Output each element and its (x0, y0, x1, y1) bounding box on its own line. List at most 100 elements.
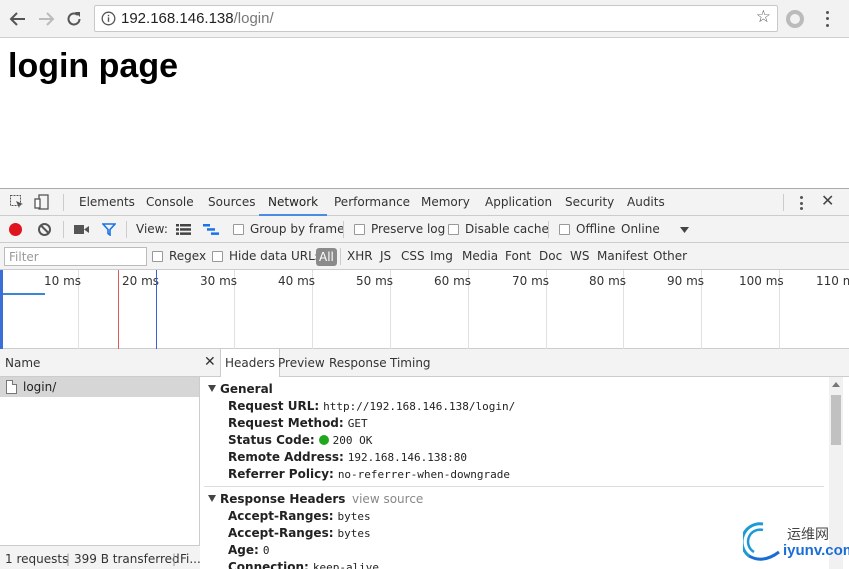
tab-preview[interactable]: Preview (278, 349, 325, 377)
general-section-toggle[interactable]: General (208, 382, 273, 396)
browser-menu-icon[interactable] (820, 9, 834, 29)
close-details-icon[interactable]: ✕ (204, 354, 216, 370)
view-source-link[interactable]: view source (352, 492, 423, 506)
header-value: bytes (337, 510, 371, 523)
tab-sources[interactable]: Sources (207, 189, 256, 216)
filter-type-img[interactable]: Img (430, 243, 453, 270)
dropdown-arrow-icon[interactable] (680, 227, 689, 233)
filter-type-media[interactable]: Media (462, 243, 498, 270)
preserve-log-label[interactable]: Preserve log (371, 216, 445, 243)
accept-ranges-row: Accept-Ranges: bytes (228, 526, 371, 540)
hide-data-urls-label[interactable]: Hide data URLs (229, 243, 321, 270)
forward-button[interactable] (35, 8, 57, 30)
expand-triangle-icon (208, 385, 216, 392)
filter-input[interactable] (4, 247, 147, 266)
hide-data-urls-checkbox[interactable] (212, 251, 223, 262)
disable-cache-label[interactable]: Disable cache (465, 216, 549, 243)
header-key: Referrer Policy: (228, 467, 334, 481)
record-icon[interactable] (9, 223, 22, 236)
filter-type-doc[interactable]: Doc (539, 243, 562, 270)
tab-application[interactable]: Application (484, 189, 553, 216)
filter-type-css[interactable]: CSS (401, 243, 425, 270)
request-name: login/ (23, 380, 57, 394)
timeline-tick-label: 70 ms (512, 274, 550, 288)
network-toolbar: View: Group by frame Preserve log Disabl… (0, 216, 849, 243)
timeline-tick-label: 90 ms (667, 274, 705, 288)
filter-type-js[interactable]: JS (380, 243, 391, 270)
tab-security[interactable]: Security (564, 189, 615, 216)
regex-checkbox[interactable] (152, 251, 163, 262)
request-row[interactable]: login/ (0, 377, 199, 397)
request-count: 1 requests (5, 552, 69, 566)
url-host: 192.168.146.138 (121, 10, 234, 27)
timeline-tick-label: 40 ms (278, 274, 316, 288)
info-icon[interactable] (101, 11, 116, 26)
clear-icon[interactable] (38, 223, 51, 236)
offline-checkbox[interactable] (559, 224, 570, 235)
header-key: Request URL: (228, 399, 320, 413)
timeline-tick-label: 50 ms (356, 274, 394, 288)
tab-response[interactable]: Response (329, 349, 387, 377)
throttle-select[interactable]: Online (621, 216, 660, 243)
offline-label[interactable]: Offline (576, 216, 615, 243)
filter-type-all[interactable]: All (316, 248, 337, 266)
url-text[interactable]: 192.168.146.138/login/ (121, 10, 274, 27)
overview-icon[interactable] (203, 224, 219, 235)
filter-type-font[interactable]: Font (505, 243, 531, 270)
tab-console[interactable]: Console (145, 189, 195, 216)
filter-type-other[interactable]: Other (653, 243, 687, 270)
header-key: Remote Address: (228, 450, 344, 464)
large-rows-icon[interactable] (176, 224, 191, 235)
timeline-tick-label: 80 ms (589, 274, 627, 288)
column-name-header[interactable]: Name (5, 356, 40, 370)
toolbar-divider (63, 194, 64, 211)
age-row: Age: 0 (228, 543, 269, 557)
tab-memory[interactable]: Memory (420, 189, 471, 216)
address-bar[interactable]: 192.168.146.138/login/ ☆ (94, 5, 778, 32)
preserve-log-checkbox[interactable] (354, 224, 365, 235)
header-value: 192.168.146.138:80 (347, 451, 468, 464)
tab-headers[interactable]: Headers (220, 349, 280, 377)
timeline-tick-label: 110 ms (816, 274, 849, 288)
accept-ranges-row: Accept-Ranges: bytes (228, 509, 371, 523)
regex-label[interactable]: Regex (169, 243, 206, 270)
capture-screenshots-icon[interactable] (74, 224, 90, 235)
scrollbar-thumb[interactable] (831, 395, 841, 445)
header-key: Age: (228, 543, 259, 557)
filter-type-ws[interactable]: WS (570, 243, 589, 270)
tab-audits[interactable]: Audits (626, 189, 666, 216)
filter-type-xhr[interactable]: XHR (347, 243, 373, 270)
reload-button[interactable] (63, 8, 85, 30)
general-section-title: General (220, 382, 273, 396)
browser-toolbar: 192.168.146.138/login/ ☆ (0, 0, 849, 38)
timeline-overview[interactable]: 10 ms 20 ms 30 ms 40 ms 50 ms 60 ms 70 m… (0, 270, 849, 349)
filter-type-manifest[interactable]: Manifest (597, 243, 648, 270)
status-ok-icon (318, 435, 329, 445)
header-value: 0 (262, 544, 270, 557)
tab-performance[interactable]: Performance (333, 189, 411, 216)
inspect-element-icon[interactable] (9, 194, 25, 210)
header-key: Connection: (228, 560, 309, 569)
back-button[interactable] (7, 8, 29, 30)
disable-cache-checkbox[interactable] (448, 224, 459, 235)
tab-timing[interactable]: Timing (390, 349, 431, 377)
requests-header: Name (0, 349, 200, 377)
response-headers-toggle[interactable]: Response Headers (208, 492, 345, 506)
devtools-menu-icon[interactable] (798, 196, 804, 210)
timeline-tick-label: 20 ms (122, 274, 160, 288)
tab-network[interactable]: Network (259, 189, 328, 216)
device-toolbar-icon[interactable] (34, 194, 50, 210)
group-by-frame-checkbox[interactable] (233, 224, 244, 235)
watermark-logo-icon (743, 522, 780, 561)
extension-icon[interactable] (786, 10, 804, 28)
tab-elements[interactable]: Elements (78, 189, 136, 216)
bookmark-star-icon[interactable]: ☆ (756, 9, 771, 26)
timeline-request-bar (3, 293, 45, 295)
scroll-up-arrow-icon[interactable] (832, 382, 840, 387)
timeline-tick-label: 30 ms (200, 274, 238, 288)
close-devtools-icon[interactable]: ✕ (821, 192, 834, 210)
filter-icon[interactable] (102, 223, 116, 236)
group-by-frame-label[interactable]: Group by frame (250, 216, 344, 243)
toolbar-divider (783, 194, 784, 211)
header-value: no-referrer-when-downgrade (337, 468, 510, 481)
